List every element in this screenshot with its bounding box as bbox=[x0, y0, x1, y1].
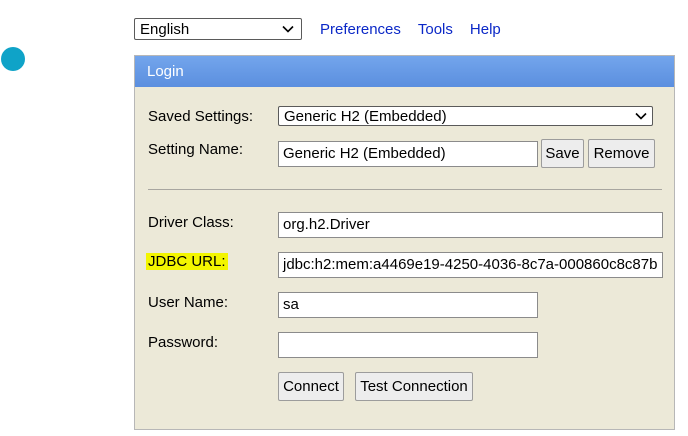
password-input[interactable] bbox=[278, 332, 538, 358]
saved-settings-select[interactable]: Generic H2 (Embedded) bbox=[278, 106, 653, 126]
setting-name-input[interactable]: Generic H2 (Embedded) bbox=[278, 141, 538, 167]
login-panel: Login Saved Settings: Generic H2 (Embedd… bbox=[134, 55, 675, 430]
connect-button[interactable]: Connect bbox=[278, 372, 344, 401]
user-name-input[interactable]: sa bbox=[278, 292, 538, 318]
user-name-label: User Name: bbox=[148, 294, 229, 311]
status-dot bbox=[1, 47, 25, 71]
tools-link[interactable]: Tools bbox=[418, 21, 453, 38]
save-button[interactable]: Save bbox=[541, 139, 584, 168]
setting-name-label: Setting Name: bbox=[148, 141, 244, 158]
help-link[interactable]: Help bbox=[470, 21, 501, 38]
chevron-down-icon bbox=[635, 112, 647, 120]
top-toolbar: English Preferences Tools Help bbox=[134, 17, 501, 41]
remove-button[interactable]: Remove bbox=[588, 139, 655, 168]
preferences-link[interactable]: Preferences bbox=[320, 21, 401, 38]
login-panel-title: Login bbox=[135, 56, 674, 87]
jdbc-url-label: JDBC URL: bbox=[146, 253, 228, 270]
driver-class-input[interactable]: org.h2.Driver bbox=[278, 212, 663, 238]
password-label: Password: bbox=[148, 334, 219, 351]
language-select-value: English bbox=[140, 20, 190, 38]
test-connection-button[interactable]: Test Connection bbox=[355, 372, 473, 401]
saved-settings-value: Generic H2 (Embedded) bbox=[284, 107, 447, 125]
saved-settings-label: Saved Settings: bbox=[148, 108, 254, 125]
language-select[interactable]: English bbox=[134, 18, 302, 40]
driver-class-label: Driver Class: bbox=[148, 214, 234, 231]
jdbc-url-input[interactable]: jdbc:h2:mem:a4469e19-4250-4036-8c7a-0008… bbox=[278, 252, 663, 278]
divider bbox=[148, 189, 662, 190]
chevron-down-icon bbox=[282, 25, 294, 33]
